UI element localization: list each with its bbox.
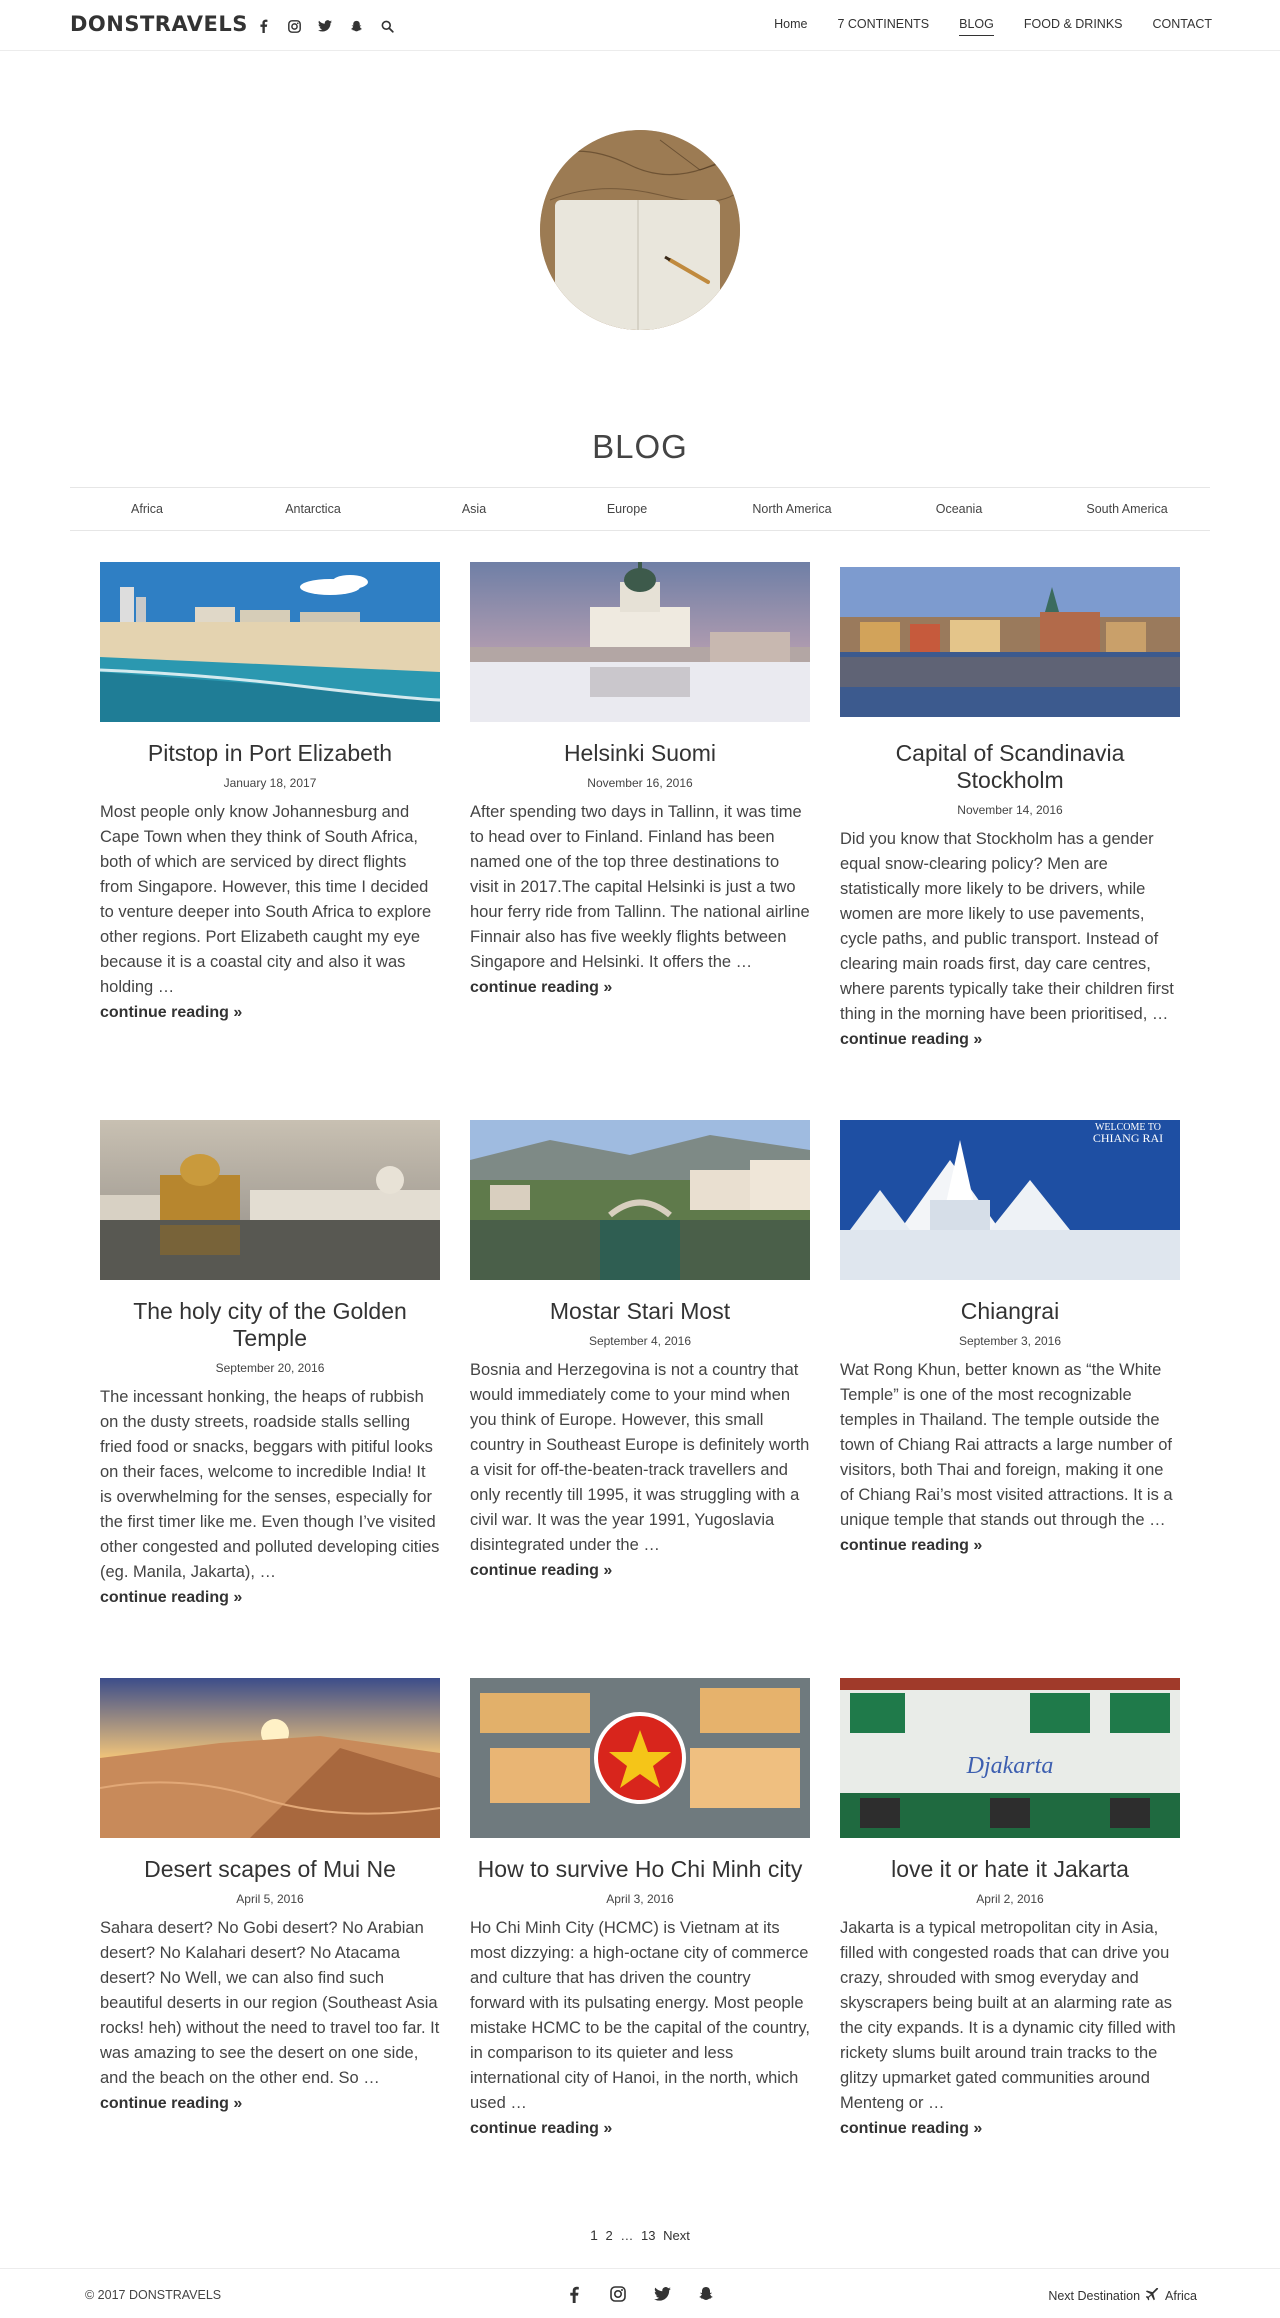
- site-logo[interactable]: DONSTRAVELS: [70, 12, 248, 36]
- post-date: September 4, 2016: [588, 1334, 692, 1348]
- image-sign: Djakarta: [966, 1753, 1054, 1779]
- post-date: September 20, 2016: [215, 1361, 325, 1375]
- facebook-icon[interactable]: [564, 2284, 584, 2304]
- twitter-icon[interactable]: [652, 2284, 672, 2304]
- continue-reading-link[interactable]: continue reading »: [840, 2116, 1180, 2141]
- post-date: April 2, 2016: [976, 1892, 1044, 1906]
- page-current: 1: [590, 2227, 598, 2243]
- continue-reading-link[interactable]: continue reading »: [100, 2091, 440, 2116]
- category-asia[interactable]: Asia: [462, 502, 486, 516]
- airplane-icon: [1145, 2287, 1159, 2304]
- post-title[interactable]: Pitstop in Port Elizabeth: [100, 740, 440, 767]
- post-card: Desert scapes of Mui Ne April 5, 2016 Sa…: [100, 1678, 440, 2116]
- post-card: Pitstop in Port Elizabeth January 18, 20…: [100, 562, 440, 1025]
- post-excerpt: Most people only know Johannesburg and C…: [100, 803, 432, 996]
- nav-food-drinks[interactable]: FOOD & DRINKS: [1024, 17, 1123, 36]
- category-africa[interactable]: Africa: [131, 502, 163, 516]
- page-link-2[interactable]: 2: [606, 2228, 613, 2243]
- post-card: Mostar Stari Most September 4, 2016 Bosn…: [470, 1120, 810, 1583]
- post-thumbnail[interactable]: [470, 1678, 810, 1838]
- instagram-icon[interactable]: [608, 2284, 628, 2304]
- category-bar: Africa Antarctica Asia Europe North Amer…: [70, 487, 1210, 531]
- copyright: © 2017 DONSTRAVELS: [85, 2288, 222, 2302]
- snapchat-icon[interactable]: [347, 17, 365, 35]
- post-date: January 18, 2017: [223, 776, 317, 790]
- search-icon[interactable]: [378, 17, 396, 35]
- post-excerpt: Bosnia and Herzegovina is not a country …: [470, 1361, 810, 1554]
- nav-blog[interactable]: BLOG: [959, 17, 994, 36]
- site-header: DONSTRAVELS Home 7 CONTINENTS BLOG FOOD …: [0, 0, 1280, 51]
- post-excerpt: The incessant honking, the heaps of rubb…: [100, 1388, 440, 1581]
- post-thumbnail[interactable]: [470, 1120, 810, 1280]
- snapchat-icon[interactable]: [696, 2284, 716, 2304]
- header-social-links: [254, 17, 396, 35]
- next-destination-name: Africa: [1165, 2289, 1197, 2303]
- post-thumbnail[interactable]: [100, 1120, 440, 1280]
- post-excerpt: Sahara desert? No Gobi desert? No Arabia…: [100, 1919, 440, 2087]
- nav-contact[interactable]: CONTACT: [1153, 17, 1213, 36]
- post-title[interactable]: Helsinki Suomi: [470, 740, 810, 767]
- page-next[interactable]: Next: [663, 2228, 690, 2243]
- category-north-america[interactable]: North America: [752, 502, 831, 516]
- post-title[interactable]: How to survive Ho Chi Minh city: [470, 1856, 810, 1883]
- post-title[interactable]: Desert scapes of Mui Ne: [100, 1856, 440, 1883]
- post-date: April 5, 2016: [236, 1892, 304, 1906]
- post-title[interactable]: Chiangrai: [840, 1298, 1180, 1325]
- post-card: Helsinki Suomi November 16, 2016 After s…: [470, 562, 810, 1000]
- hero-notebook-image: [540, 130, 740, 330]
- post-thumbnail[interactable]: [470, 562, 810, 722]
- nav-7-continents[interactable]: 7 CONTINENTS: [837, 17, 929, 36]
- continue-reading-link[interactable]: continue reading »: [470, 1558, 810, 1583]
- post-thumbnail[interactable]: [100, 562, 440, 722]
- nav-home[interactable]: Home: [774, 17, 807, 36]
- post-thumbnail[interactable]: [840, 562, 1180, 722]
- post-card: The holy city of the Golden Temple Septe…: [100, 1120, 440, 1610]
- category-antarctica[interactable]: Antarctica: [285, 502, 341, 516]
- page-title: BLOG: [592, 428, 688, 465]
- post-excerpt: Did you know that Stockholm has a gender…: [840, 830, 1174, 1023]
- post-title[interactable]: love it or hate it Jakarta: [840, 1856, 1180, 1883]
- continue-reading-link[interactable]: continue reading »: [100, 1000, 440, 1025]
- post-excerpt: After spending two days in Tallinn, it w…: [470, 803, 810, 971]
- instagram-icon[interactable]: [285, 17, 303, 35]
- post-excerpt: Ho Chi Minh City (HCMC) is Vietnam at it…: [470, 1919, 810, 2112]
- facebook-icon[interactable]: [254, 17, 272, 35]
- site-footer: © 2017 DONSTRAVELS Next Destination Afri…: [0, 2268, 1280, 2318]
- post-date: April 3, 2016: [606, 1892, 674, 1906]
- next-destination-label: Next Destination: [1048, 2289, 1141, 2303]
- post-excerpt: Jakarta is a typical metropolitan city i…: [840, 1919, 1176, 2112]
- category-europe[interactable]: Europe: [607, 502, 647, 516]
- category-south-america[interactable]: South America: [1086, 502, 1167, 516]
- page-link-last[interactable]: 13: [641, 2228, 655, 2243]
- main-nav: Home 7 CONTINENTS BLOG FOOD & DRINKS CON…: [774, 17, 1212, 36]
- post-card: Djakarta love it or hate it Jakarta Apri…: [840, 1678, 1180, 2141]
- continue-reading-link[interactable]: continue reading »: [100, 1585, 440, 1610]
- continue-reading-link[interactable]: continue reading »: [470, 2116, 810, 2141]
- next-destination[interactable]: Next Destination Africa: [1048, 2287, 1197, 2304]
- post-thumbnail[interactable]: [100, 1678, 440, 1838]
- post-date: November 14, 2016: [957, 803, 1063, 817]
- footer-social-links: [564, 2284, 716, 2304]
- image-caption: CHIANG RAI: [1093, 1131, 1163, 1145]
- post-excerpt: Wat Rong Khun, better known as “the Whit…: [840, 1361, 1173, 1529]
- post-thumbnail[interactable]: WELCOME TO CHIANG RAI: [840, 1120, 1180, 1280]
- post-title[interactable]: Capital of Scandinavia Stockholm: [840, 740, 1180, 794]
- post-card: Capital of Scandinavia Stockholm Novembe…: [840, 562, 1180, 1052]
- post-date: September 3, 2016: [958, 1334, 1062, 1348]
- post-card: How to survive Ho Chi Minh city April 3,…: [470, 1678, 810, 2141]
- post-thumbnail[interactable]: Djakarta: [840, 1678, 1180, 1838]
- post-card: WELCOME TO CHIANG RAI Chiangrai Septembe…: [840, 1120, 1180, 1558]
- post-title[interactable]: Mostar Stari Most: [470, 1298, 810, 1325]
- pagination: 1 2 … 13 Next: [0, 2227, 1280, 2243]
- continue-reading-link[interactable]: continue reading »: [840, 1027, 1180, 1052]
- continue-reading-link[interactable]: continue reading »: [470, 975, 810, 1000]
- twitter-icon[interactable]: [316, 17, 334, 35]
- continue-reading-link[interactable]: continue reading »: [840, 1533, 1180, 1558]
- post-date: November 16, 2016: [587, 776, 693, 790]
- post-title[interactable]: The holy city of the Golden Temple: [100, 1298, 440, 1352]
- category-oceania[interactable]: Oceania: [936, 502, 983, 516]
- page-ellipsis: …: [620, 2228, 634, 2243]
